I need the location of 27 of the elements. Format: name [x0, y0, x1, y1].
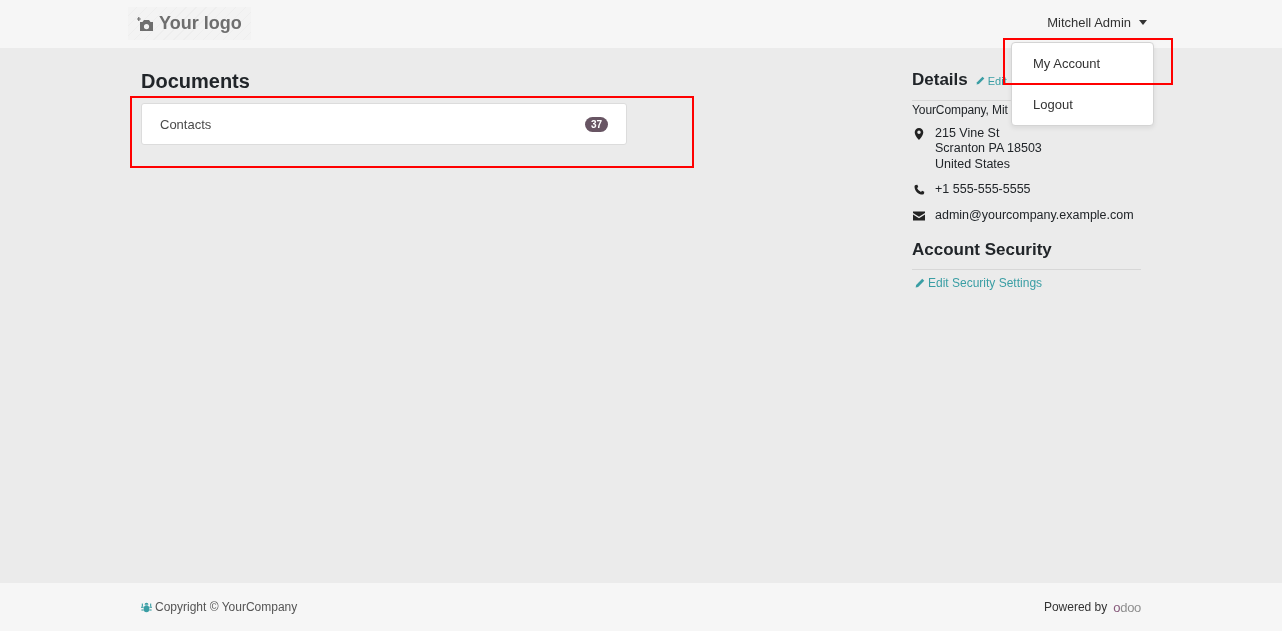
phone-icon [913, 184, 925, 196]
logo-text: Your logo [159, 13, 242, 34]
details-heading: Details [912, 69, 968, 91]
document-list-item[interactable]: Contacts 37 [141, 103, 627, 145]
account-security-heading: Account Security [912, 239, 1141, 270]
address-line: United States [935, 156, 1012, 172]
copyright-text: Copyright © YourCompany [155, 600, 298, 614]
caret-icon [1139, 19, 1147, 25]
address-line: Scranton PA 18503 [935, 141, 1042, 157]
logo[interactable]: Your logo [128, 7, 251, 40]
dropdown-item[interactable]: My Account [1012, 43, 1153, 84]
email-text: admin@yourcompany.example.com [935, 207, 1134, 223]
powered-by-text: Powered by [1043, 600, 1108, 614]
envelope-icon [913, 209, 925, 222]
phone-text: +1 555-555-5555 [935, 182, 1031, 198]
company-name: YourCompany, Mit [912, 101, 1008, 118]
document-label: Contacts [160, 116, 212, 132]
documents-heading: Documents [141, 69, 251, 93]
bug-icon [141, 601, 152, 613]
pencil-icon [915, 278, 925, 288]
dropdown-item[interactable]: Logout [1012, 84, 1153, 125]
pencil-icon [975, 76, 985, 85]
count-badge: 37 [584, 116, 608, 132]
address-line: 215 Vine St [935, 125, 1001, 141]
camera-icon [137, 16, 153, 31]
map-pin-icon [913, 127, 925, 140]
user-menu-button[interactable]: Mitchell Admin [1047, 0, 1154, 44]
